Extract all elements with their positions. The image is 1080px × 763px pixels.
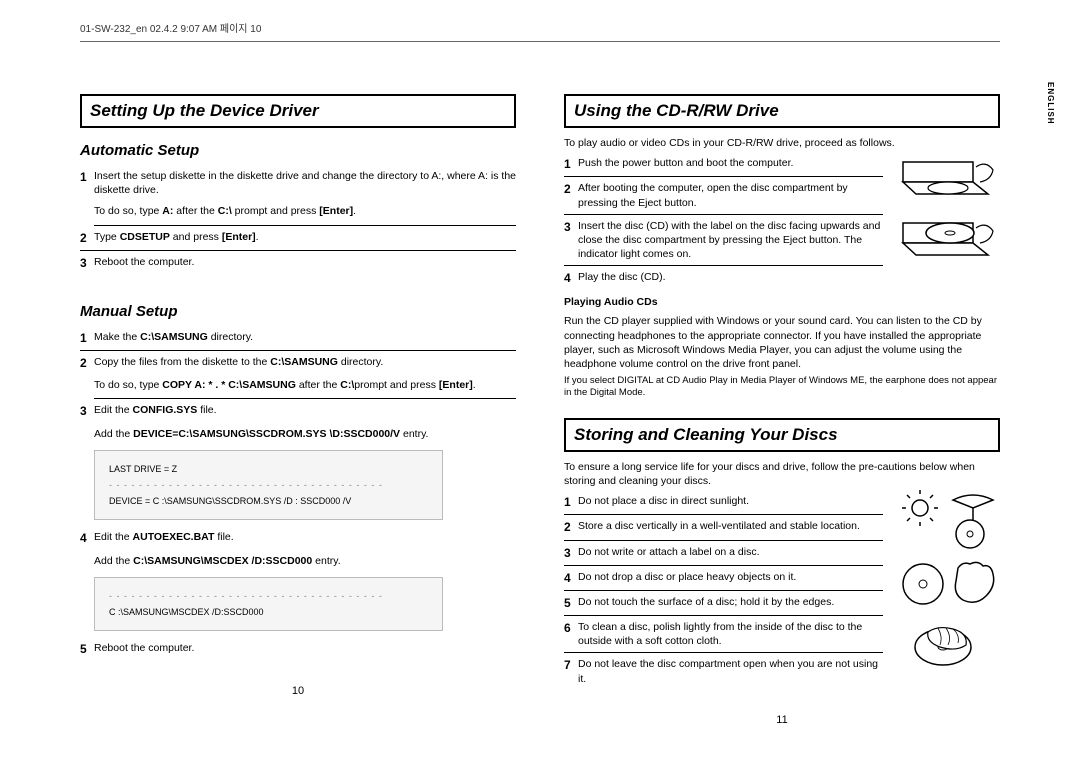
step-text: After booting the computer, open the dis… bbox=[578, 181, 883, 209]
step-number: 5 bbox=[80, 641, 94, 657]
step-text: Edit the CONFIG.SYS file. bbox=[94, 403, 516, 419]
audio-paragraph: Run the CD player supplied with Windows … bbox=[564, 312, 1000, 373]
step-number: 7 bbox=[564, 657, 578, 685]
step-number: 2 bbox=[564, 519, 578, 535]
step-text: Do not write or attach a label on a disc… bbox=[578, 545, 883, 561]
page-number-left: 10 bbox=[80, 685, 516, 697]
left-column: Setting Up the Device Driver Automatic S… bbox=[80, 82, 516, 726]
section-title-device-driver: Setting Up the Device Driver bbox=[80, 94, 516, 128]
step-text: To clean a disc, polish lightly from the… bbox=[578, 620, 883, 648]
step-number: 5 bbox=[564, 595, 578, 611]
step-number: 2 bbox=[80, 230, 94, 246]
hold-disc-illustration bbox=[895, 556, 1000, 611]
clean-disc-illustration bbox=[895, 617, 1000, 672]
step-subtext: Add the C:\SAMSUNG\MSCDEX /D:SSCD000 ent… bbox=[94, 551, 516, 571]
doc-header: 01-SW-232_en 02.4.2 9:07 AM 페이지 10 bbox=[80, 20, 1000, 42]
intro-text: To play audio or video CDs in your CD-R/… bbox=[564, 134, 1000, 152]
step-number: 3 bbox=[564, 545, 578, 561]
subheading-playing-audio: Playing Audio CDs bbox=[564, 296, 1000, 308]
step-number: 3 bbox=[80, 403, 94, 419]
step-number: 6 bbox=[564, 620, 578, 648]
audio-note: If you select DIGITAL at CD Audio Play i… bbox=[564, 373, 1000, 406]
step-subtext: Add the DEVICE=C:\SAMSUNG\SSCDROM.SYS \D… bbox=[94, 424, 516, 444]
step-number: 4 bbox=[564, 270, 578, 286]
code-box-autoexec: - - - - - - - - - - - - - - - - - - - - … bbox=[94, 577, 443, 631]
step-number: 1 bbox=[80, 169, 94, 197]
page-number-right: 11 bbox=[564, 714, 1000, 726]
step-subtext: To do so, type A: after the C:\ prompt a… bbox=[94, 201, 516, 225]
step-text: Store a disc vertically in a well-ventil… bbox=[578, 519, 883, 535]
section-title-using-drive: Using the CD-R/RW Drive bbox=[564, 94, 1000, 128]
step-text: Copy the files from the diskette to the … bbox=[94, 355, 516, 371]
drive-open-illustration bbox=[895, 152, 1000, 207]
step-text: Insert the disc (CD) with the label on t… bbox=[578, 219, 883, 262]
step-text: Make the C:\SAMSUNG directory. bbox=[94, 330, 516, 346]
step-number: 2 bbox=[80, 355, 94, 371]
right-column: ENGLISH Using the CD-R/RW Drive To play … bbox=[564, 82, 1000, 726]
step-number: 2 bbox=[564, 181, 578, 209]
step-text: Do not touch the surface of a disc; hold… bbox=[578, 595, 883, 611]
step-text: Type CDSETUP and press [Enter]. bbox=[94, 230, 516, 246]
subheading-automatic-setup: Automatic Setup bbox=[80, 142, 516, 159]
step-text: Push the power button and boot the compu… bbox=[578, 156, 883, 172]
sunlight-illustration bbox=[895, 490, 1000, 550]
subheading-manual-setup: Manual Setup bbox=[80, 303, 516, 320]
step-text: Do not leave the disc compartment open w… bbox=[578, 657, 883, 685]
step-text: Do not place a disc in direct sunlight. bbox=[578, 494, 883, 510]
code-box-config-sys: LAST DRIVE = Z - - - - - - - - - - - - -… bbox=[94, 450, 443, 521]
step-text: Reboot the computer. bbox=[94, 641, 516, 657]
language-tab: ENGLISH bbox=[1046, 82, 1055, 125]
step-number: 4 bbox=[80, 530, 94, 546]
step-number: 1 bbox=[80, 330, 94, 346]
step-text: Insert the setup diskette in the diskett… bbox=[94, 169, 516, 197]
store-intro: To ensure a long service life for your d… bbox=[564, 458, 1000, 490]
step-text: Edit the AUTOEXEC.BAT file. bbox=[94, 530, 516, 546]
step-number: 3 bbox=[80, 255, 94, 271]
step-number: 1 bbox=[564, 156, 578, 172]
step-number: 4 bbox=[564, 570, 578, 586]
step-subtext: To do so, type COPY A: * . * C:\SAMSUNG … bbox=[94, 375, 516, 399]
step-number: 3 bbox=[564, 219, 578, 262]
step-text: Reboot the computer. bbox=[94, 255, 516, 271]
section-title-storing-cleaning: Storing and Cleaning Your Discs bbox=[564, 418, 1000, 452]
drive-insert-illustration bbox=[895, 213, 1000, 268]
step-number: 1 bbox=[564, 494, 578, 510]
step-text: Play the disc (CD). bbox=[578, 270, 883, 286]
step-text: Do not drop a disc or place heavy object… bbox=[578, 570, 883, 586]
